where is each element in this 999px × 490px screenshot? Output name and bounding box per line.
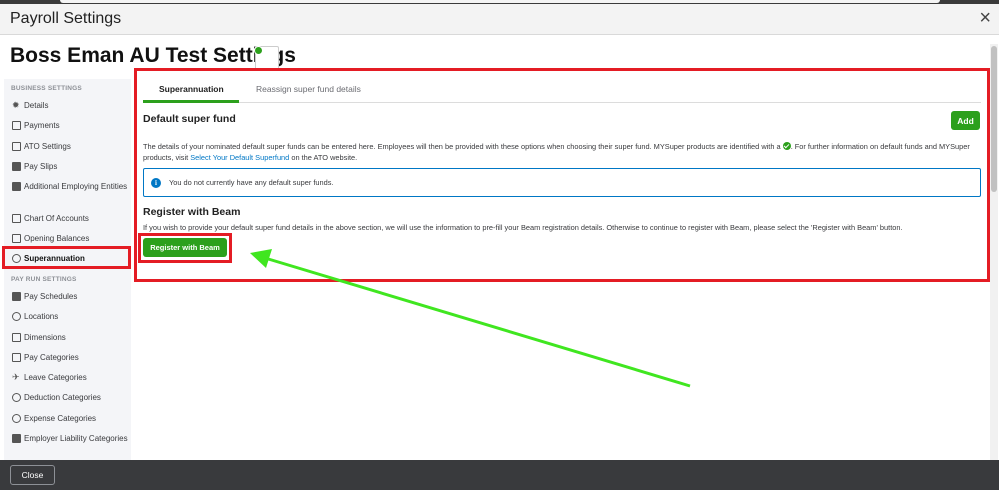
notification-dot bbox=[254, 46, 263, 55]
sidebar-item-label: Locations bbox=[24, 312, 59, 321]
sidebar-item-label: Chart Of Accounts bbox=[24, 214, 89, 223]
sidebar-item-additional-entities[interactable]: Additional Employing Entities bbox=[12, 181, 130, 192]
payslip-icon bbox=[12, 162, 21, 171]
sidebar-item-leave-categories[interactable]: ✈ Leave Categories bbox=[12, 372, 130, 383]
page-title: Boss Eman AU Test Settings bbox=[10, 44, 296, 67]
sidebar-item-label: Leave Categories bbox=[24, 373, 87, 382]
sidebar-item-label: Details bbox=[24, 101, 49, 110]
sidebar-section-business: BUSINESS SETTINGS bbox=[11, 85, 82, 92]
sidebar-item-label: Pay Categories bbox=[24, 353, 79, 362]
sidebar-item-label: Pay Slips bbox=[24, 162, 58, 171]
annotation-box-sidebar bbox=[2, 246, 131, 269]
close-icon[interactable]: × bbox=[979, 7, 991, 29]
sidebar-item-details[interactable]: ✹ Details bbox=[12, 100, 130, 111]
sidebar-item-ato-settings[interactable]: ATO Settings bbox=[12, 141, 130, 152]
sidebar-item-label: Dimensions bbox=[24, 333, 66, 342]
sidebar-item-employer-liability[interactable]: Employer Liability Categories bbox=[12, 433, 130, 444]
location-icon bbox=[12, 312, 21, 321]
sidebar-item-label: Deduction Categories bbox=[24, 393, 101, 402]
sidebar-item-label: Expense Categories bbox=[24, 414, 97, 423]
sidebar-item-expense-categories[interactable]: Expense Categories bbox=[12, 413, 130, 424]
window-title: Payroll Settings bbox=[10, 10, 122, 27]
plane-icon: ✈ bbox=[12, 372, 20, 382]
sidebar-item-locations[interactable]: Locations bbox=[12, 311, 130, 322]
footer-bar: Close bbox=[0, 460, 999, 490]
gear-icon: ✹ bbox=[12, 100, 20, 110]
deduction-icon bbox=[12, 393, 21, 402]
annotation-box-main bbox=[134, 68, 990, 282]
dimensions-icon bbox=[12, 333, 21, 342]
sidebar-item-label: Opening Balances bbox=[24, 234, 90, 243]
sidebar-item-pay-schedules[interactable]: Pay Schedules bbox=[12, 291, 130, 302]
sidebar-section-payrun: PAY RUN SETTINGS bbox=[11, 276, 77, 283]
close-button[interactable]: Close bbox=[10, 465, 55, 485]
title-bar: Payroll Settings × bbox=[0, 4, 999, 35]
schedule-icon bbox=[12, 292, 21, 301]
sidebar-item-pay-slips[interactable]: Pay Slips bbox=[12, 161, 130, 172]
scrollbar[interactable] bbox=[990, 44, 998, 460]
expense-icon bbox=[12, 414, 21, 423]
scrollbar-thumb[interactable] bbox=[991, 46, 997, 192]
payments-icon bbox=[12, 121, 21, 130]
sidebar-item-pay-categories[interactable]: Pay Categories bbox=[12, 352, 130, 363]
list-icon bbox=[12, 214, 21, 223]
sidebar-item-label: Payments bbox=[24, 121, 60, 130]
pay-categories-icon bbox=[12, 353, 21, 362]
sidebar-item-deduction-categories[interactable]: Deduction Categories bbox=[12, 392, 130, 403]
sidebar-item-opening-balances[interactable]: Opening Balances bbox=[12, 233, 130, 244]
sidebar: BUSINESS SETTINGS ✹ Details Payments ATO… bbox=[4, 79, 131, 460]
sidebar-item-label: ATO Settings bbox=[24, 142, 71, 151]
sidebar-item-payments[interactable]: Payments bbox=[12, 120, 130, 131]
sidebar-item-label: Employer Liability Categories bbox=[24, 434, 128, 443]
sidebar-item-label: Additional Employing Entities bbox=[24, 182, 128, 191]
ato-icon bbox=[12, 142, 21, 151]
sidebar-item-label: Pay Schedules bbox=[24, 292, 78, 301]
sidebar-item-chart-of-accounts[interactable]: Chart Of Accounts bbox=[12, 213, 130, 224]
balance-icon bbox=[12, 234, 21, 243]
building-icon bbox=[12, 182, 21, 191]
sidebar-item-dimensions[interactable]: Dimensions bbox=[12, 332, 130, 343]
liability-icon bbox=[12, 434, 21, 443]
